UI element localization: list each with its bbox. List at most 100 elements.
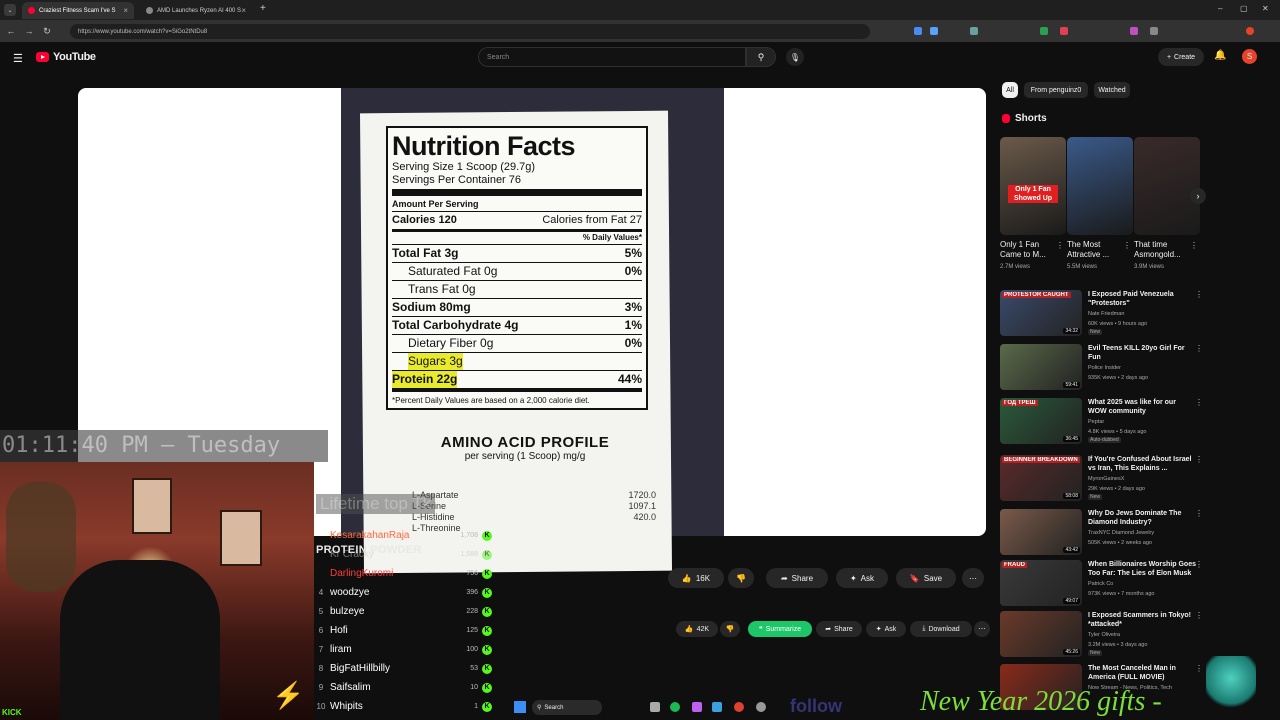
- reload-button[interactable]: ↻: [40, 24, 54, 38]
- channel-name[interactable]: Nate Friedman: [1088, 310, 1124, 318]
- related-video[interactable]: ГОД ТРЕШ 36:45 What 2025 was like for our …: [1000, 398, 1205, 448]
- related-video[interactable]: FRAUD 49:07 When Billionaires Worship Goes…: [1000, 560, 1205, 610]
- create-button[interactable]: + Create: [1158, 48, 1204, 66]
- new-tab-button[interactable]: +: [260, 3, 266, 14]
- channel-name[interactable]: TraxNYC Diamond Jewelry: [1088, 529, 1154, 537]
- ask-button-secondary[interactable]: ✦ Ask: [866, 621, 906, 637]
- more-vert-icon[interactable]: ⋮: [1195, 455, 1203, 464]
- app-icon[interactable]: [756, 702, 766, 712]
- short-title[interactable]: That time Asmongold...: [1134, 240, 1188, 260]
- video-title[interactable]: What 2025 was like for our WOW community: [1088, 398, 1196, 416]
- url-field[interactable]: https://www.youtube.com/watch?v=SiGo2tNt…: [70, 24, 870, 39]
- tab-inactive[interactable]: AMD Launches Ryzen AI 400 S ×: [140, 2, 252, 19]
- chip-all[interactable]: All: [1002, 82, 1018, 98]
- chip-from-channel[interactable]: From penguinz0: [1024, 82, 1088, 98]
- more-vert-icon[interactable]: ⋮: [1195, 344, 1203, 353]
- app-icon[interactable]: [670, 702, 680, 712]
- video-title[interactable]: Why Do Jews Dominate The Diamond Industr…: [1088, 509, 1196, 527]
- extension-icon[interactable]: [1130, 27, 1138, 35]
- shorts-next-button[interactable]: ›: [1190, 188, 1206, 204]
- extension-icon[interactable]: [914, 27, 922, 35]
- video-thumbnail[interactable]: ГОД ТРЕШ 36:45: [1000, 398, 1082, 444]
- related-video[interactable]: BEGINNER BREAKDOWN 58:08 If You're Confuse…: [1000, 455, 1205, 505]
- hamburger-menu-icon[interactable]: ☰: [13, 52, 23, 65]
- extension-icon[interactable]: [1040, 27, 1048, 35]
- more-vert-icon[interactable]: ⋮: [1190, 241, 1198, 250]
- extension-icon[interactable]: [1150, 27, 1158, 35]
- extension-icon[interactable]: [970, 27, 978, 35]
- dislike-button-secondary[interactable]: 👎: [720, 621, 740, 637]
- forward-button[interactable]: →: [22, 24, 36, 38]
- minimize-button[interactable]: –: [1218, 4, 1222, 13]
- more-vert-icon[interactable]: ⋮: [1195, 560, 1203, 569]
- extension-icon[interactable]: [930, 27, 938, 35]
- video-title[interactable]: The Most Canceled Man in America (FULL M…: [1088, 664, 1196, 682]
- related-video[interactable]: 45:26 I Exposed Scammers in Tokyo! *attac…: [1000, 611, 1205, 661]
- video-thumbnail[interactable]: 43:42: [1000, 509, 1082, 555]
- chrome-icon[interactable]: [734, 702, 744, 712]
- like-button[interactable]: 👍 16K: [668, 568, 724, 588]
- ask-button[interactable]: ✦ Ask: [836, 568, 888, 588]
- tab-menu-button[interactable]: ⌄: [4, 4, 16, 16]
- tab-active[interactable]: Craziest Fitness Scam I've S ×: [22, 2, 134, 19]
- dislike-button[interactable]: 👎: [728, 568, 754, 588]
- video-thumbnail[interactable]: FRAUD 49:07: [1000, 560, 1082, 606]
- more-vert-icon[interactable]: ⋮: [1195, 509, 1203, 518]
- more-vert-icon[interactable]: ⋮: [1123, 241, 1131, 250]
- youtube-logo[interactable]: YouTube: [36, 51, 96, 63]
- app-icon[interactable]: [650, 702, 660, 712]
- summarize-button[interactable]: ❝ Summarize: [748, 621, 812, 637]
- close-window-button[interactable]: ✕: [1262, 4, 1269, 13]
- video-thumbnail[interactable]: 59:41: [1000, 344, 1082, 390]
- search-input[interactable]: Search: [478, 47, 746, 67]
- short-title[interactable]: The Most Attractive ...: [1067, 240, 1121, 260]
- more-actions-button[interactable]: ⋯: [962, 568, 984, 588]
- channel-name[interactable]: Patrick Co: [1088, 580, 1113, 588]
- voice-search-button[interactable]: 🎙: [786, 48, 804, 66]
- more-vert-icon[interactable]: ⋮: [1195, 290, 1203, 299]
- short-thumbnail[interactable]: [1067, 137, 1133, 235]
- short-thumbnail[interactable]: [1134, 137, 1200, 235]
- save-button[interactable]: 🔖 Save: [896, 568, 956, 588]
- search-button[interactable]: ⚲: [746, 47, 776, 67]
- more-actions-button-secondary[interactable]: ⋯: [974, 621, 990, 637]
- related-video[interactable]: 43:42 Why Do Jews Dominate The Diamond In…: [1000, 509, 1205, 559]
- close-tab-icon[interactable]: ×: [241, 6, 246, 15]
- video-title[interactable]: I Exposed Paid Venezuela "Protestors": [1088, 290, 1196, 308]
- video-title[interactable]: If You're Confused About Israel vs Iran,…: [1088, 455, 1196, 473]
- taskbar-search[interactable]: ⚲ Search: [532, 700, 602, 715]
- short-title[interactable]: Only 1 Fan Came to M...: [1000, 240, 1054, 260]
- maximize-button[interactable]: ▢: [1240, 4, 1248, 13]
- more-vert-icon[interactable]: ⋮: [1195, 611, 1203, 620]
- related-video[interactable]: PROTESTOR CAUGHT 34:32 I Exposed Paid Vene…: [1000, 290, 1205, 340]
- more-vert-icon[interactable]: ⋮: [1195, 398, 1203, 407]
- video-title[interactable]: Evil Teens KILL 20yo Girl For Fun: [1088, 344, 1196, 362]
- back-button[interactable]: ←: [4, 24, 18, 38]
- video-title[interactable]: I Exposed Scammers in Tokyo! *attacked*: [1088, 611, 1196, 629]
- avatar[interactable]: S: [1242, 49, 1257, 64]
- more-vert-icon[interactable]: ⋮: [1195, 664, 1203, 673]
- chip-watched[interactable]: Watched: [1094, 82, 1130, 98]
- share-button-secondary[interactable]: ➦ Share: [816, 621, 862, 637]
- video-thumbnail[interactable]: BEGINNER BREAKDOWN 58:08: [1000, 455, 1082, 501]
- extension-icon[interactable]: [1060, 27, 1068, 35]
- like-button-secondary[interactable]: 👍 42K: [676, 621, 718, 637]
- windows-start-icon[interactable]: [514, 701, 526, 713]
- close-tab-icon[interactable]: ×: [123, 6, 128, 15]
- app-icon[interactable]: [692, 702, 702, 712]
- channel-name[interactable]: MyronGainesX: [1088, 475, 1124, 483]
- short-thumbnail[interactable]: Only 1 Fan Showed Up: [1000, 137, 1066, 235]
- channel-name[interactable]: Police Insider: [1088, 364, 1121, 372]
- profile-icon[interactable]: [1246, 27, 1254, 35]
- channel-name[interactable]: Tyler Oliveira: [1088, 631, 1120, 639]
- related-video[interactable]: 59:41 Evil Teens KILL 20yo Girl For Fun Po…: [1000, 344, 1205, 394]
- app-icon[interactable]: [712, 702, 722, 712]
- channel-name[interactable]: Peptar: [1088, 418, 1104, 426]
- more-vert-icon[interactable]: ⋮: [1056, 241, 1064, 250]
- share-button[interactable]: ➦ Share: [766, 568, 828, 588]
- video-title[interactable]: When Billionaires Worship Goes Too Far: …: [1088, 560, 1196, 578]
- video-thumbnail[interactable]: PROTESTOR CAUGHT 34:32: [1000, 290, 1082, 336]
- download-button[interactable]: ⤓ Download: [910, 621, 972, 637]
- video-thumbnail[interactable]: 45:26: [1000, 611, 1082, 657]
- notifications-bell-icon[interactable]: 🔔: [1214, 50, 1226, 61]
